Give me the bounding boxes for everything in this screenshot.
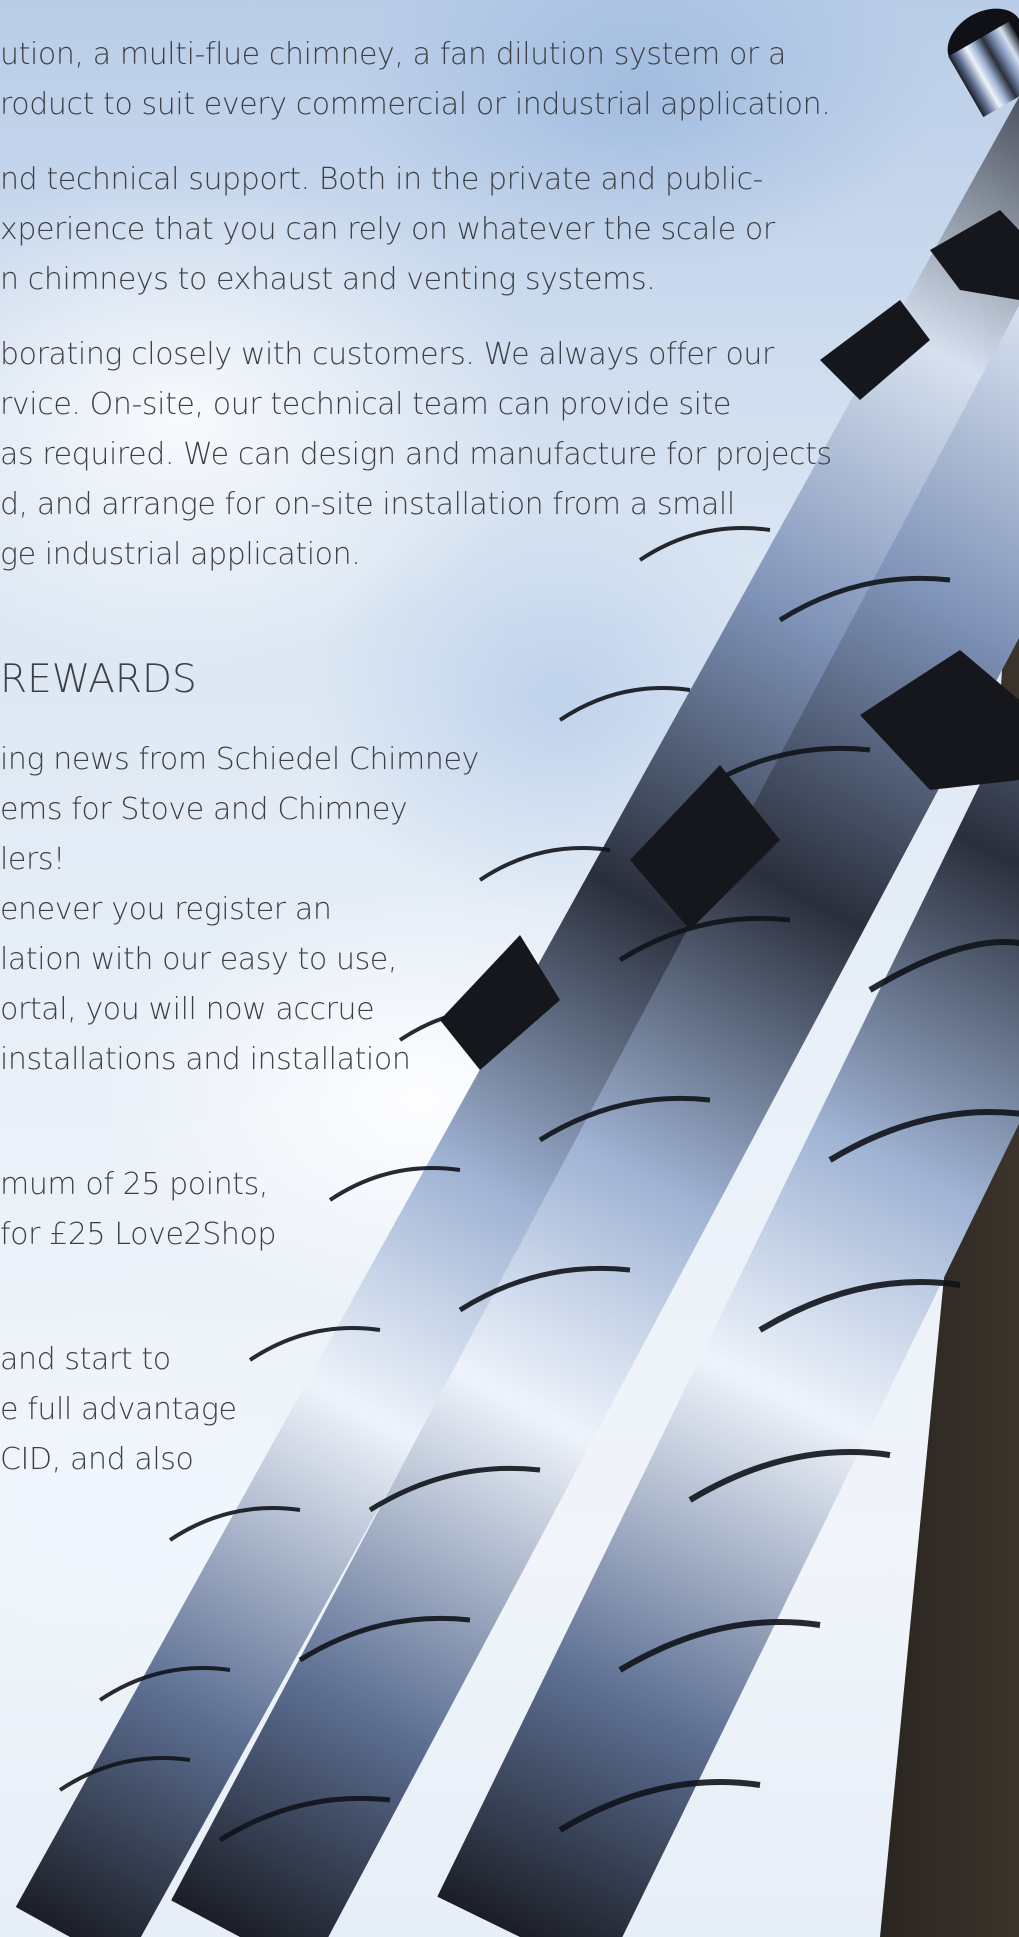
intro-line: rvice. On-site, our technical team can p… (0, 387, 731, 422)
rewards-line: lers! (0, 842, 65, 877)
intro-line: n chimneys to exhaust and venting system… (0, 262, 656, 297)
rewards-line: mum of 25 points, (0, 1167, 269, 1202)
section-heading: REWARDS (0, 657, 197, 702)
intro-line: borating closely with customers. We alwa… (0, 337, 774, 372)
rewards-line: installations and installation (0, 1042, 411, 1077)
rewards-line: CID, and also (0, 1442, 194, 1477)
intro-line: nd technical support. Both in the privat… (0, 162, 764, 197)
rewards-line: ing news from Schiedel Chimney (0, 742, 479, 777)
intro-line: as required. We can design and manufactu… (0, 437, 832, 472)
rewards-line: ortal, you will now accrue (0, 992, 375, 1027)
intro-line: xperience that you can rely on whatever … (0, 212, 775, 247)
intro-line: ge industrial application. (0, 537, 361, 572)
flue-cap (947, 8, 1019, 118)
rewards-line: for £25 Love2Shop (0, 1217, 277, 1252)
rewards-line: and start to (0, 1342, 171, 1377)
intro-line: d, and arrange for on-site installation … (0, 487, 735, 522)
intro-line: roduct to suit every commercial or indus… (0, 87, 831, 122)
rewards-line: lation with our easy to use, (0, 942, 397, 977)
rewards-line: e full advantage (0, 1392, 237, 1427)
rewards-line: ems for Stove and Chimney (0, 792, 408, 827)
rewards-line: enever you register an (0, 892, 332, 927)
intro-line: ution, a multi-flue chimney, a fan dilut… (0, 37, 786, 72)
